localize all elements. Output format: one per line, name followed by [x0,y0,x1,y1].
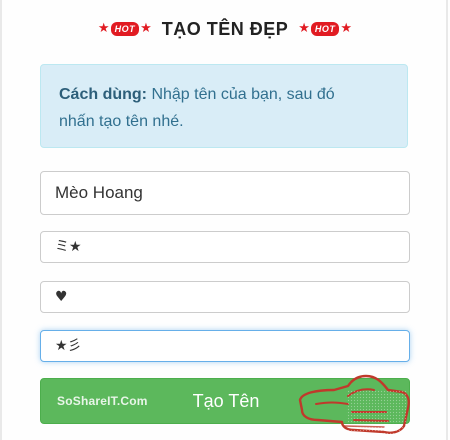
name-input-value: Mèo Hoang [55,183,143,202]
middle-symbol-input[interactable]: ♥ [40,281,410,313]
star-icon: ★ [140,21,152,36]
instructions-alert: Cách dùng: Nhập tên của bạn, sau đó nhấn… [40,64,408,148]
middle-symbol-value: ♥ [55,289,68,305]
suffix-symbol-value: ★彡 [55,338,82,354]
prefix-symbol-value: ミ★ [55,239,82,255]
create-name-button-label: Tạo Tên [192,391,260,411]
instructions-line1: Nhập tên của bạn, sau đó [147,86,335,103]
hot-label: HOT [110,22,140,36]
right-border [446,0,448,440]
instructions-label: Cách dùng: [59,86,147,103]
page-title: TẠO TÊN ĐẸP [161,18,289,39]
page-header: ★ HOT ★ TẠO TÊN ĐẸP ★ HOT ★ [0,14,450,44]
pointing-hand-icon [298,374,410,434]
left-border [0,0,2,440]
hot-badge-right: ★ HOT ★ [298,20,352,38]
hot-label: HOT [310,22,340,36]
star-icon: ★ [340,21,353,36]
star-icon: ★ [97,21,110,36]
instructions-line2: nhấn tạo tên nhé. [59,113,184,130]
page-frame: ★ HOT ★ TẠO TÊN ĐẸP ★ HOT ★ Cách dùng: N… [0,0,450,440]
suffix-symbol-input[interactable]: ★彡 [40,330,410,362]
prefix-symbol-input[interactable]: ミ★ [40,231,410,263]
name-input[interactable]: Mèo Hoang [40,171,410,215]
hot-badge-left: ★ HOT ★ [98,20,152,38]
star-icon: ★ [298,21,310,36]
